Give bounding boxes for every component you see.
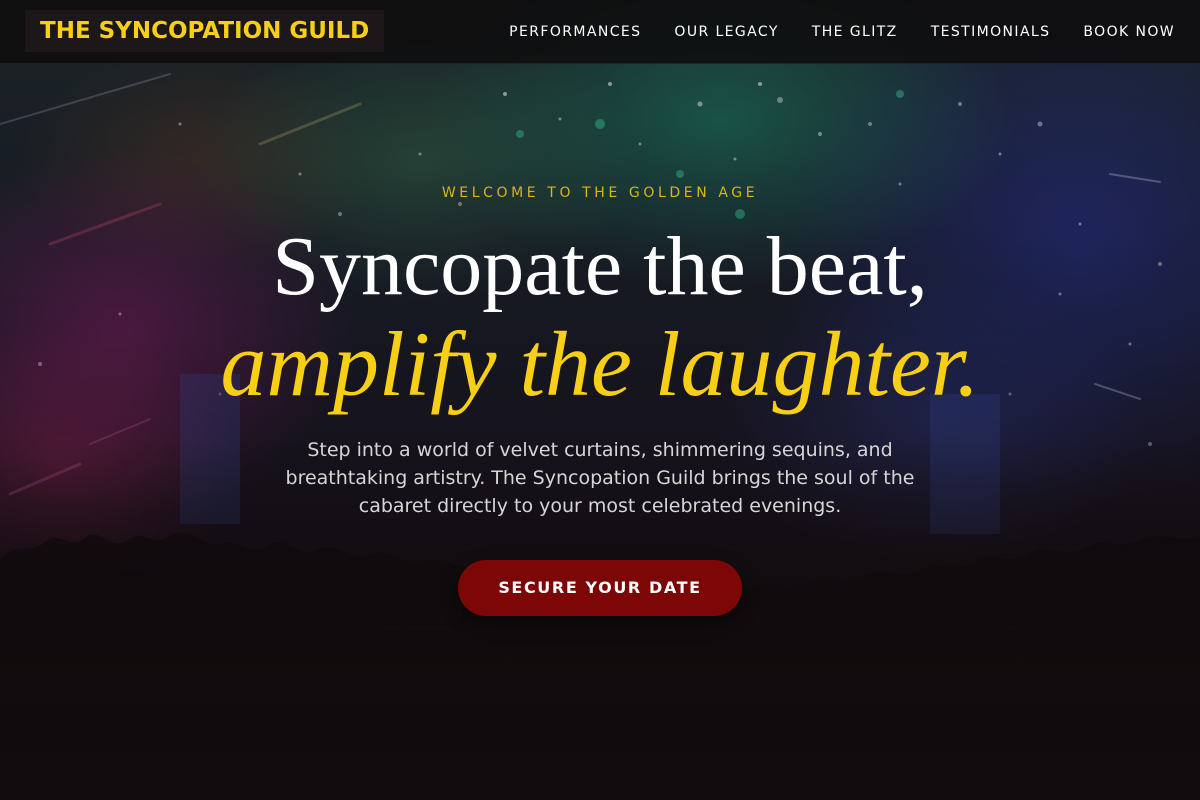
nav-link-the-glitz[interactable]: THE GLITZ <box>812 24 898 40</box>
nav-links: PERFORMANCES OUR LEGACY THE GLITZ TESTIM… <box>509 0 1175 64</box>
hero-headline-line2: amplify the laughter. <box>220 313 980 415</box>
secure-your-date-button[interactable]: SECURE YOUR DATE <box>458 560 742 616</box>
nav-link-book-now[interactable]: BOOK NOW <box>1083 24 1175 40</box>
hero-headline-line1: Syncopate the beat, <box>272 220 928 313</box>
nav-link-performances[interactable]: PERFORMANCES <box>509 24 641 40</box>
hero-eyebrow: WELCOME TO THE GOLDEN AGE <box>441 185 759 201</box>
landing-page: THE SYNCOPATION GUILD PERFORMANCES OUR L… <box>0 0 1200 800</box>
brand-logo[interactable]: THE SYNCOPATION GUILD <box>25 10 385 52</box>
hero-headline: Syncopate the beat, amplify the laughter… <box>0 218 1200 412</box>
nav-link-testimonials[interactable]: TESTIMONIALS <box>931 24 1051 40</box>
top-navbar: THE SYNCOPATION GUILD PERFORMANCES OUR L… <box>0 0 1200 64</box>
hero-description: Step into a world of velvet curtains, sh… <box>285 439 915 517</box>
nav-link-our-legacy[interactable]: OUR LEGACY <box>674 24 778 40</box>
